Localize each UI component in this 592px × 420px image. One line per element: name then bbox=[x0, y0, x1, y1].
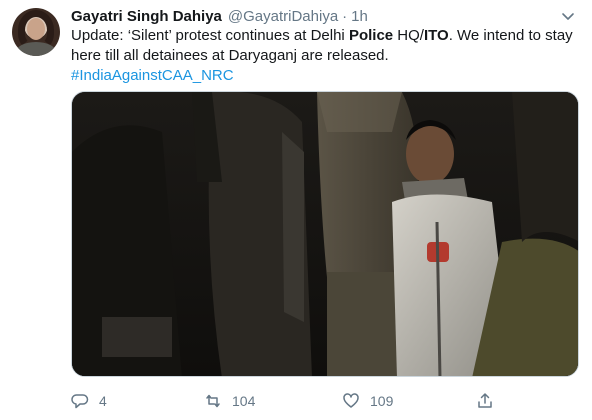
tweet-bold-ito: ITO bbox=[423, 27, 449, 44]
author-name[interactable]: Gayatri Singh Dahiya bbox=[71, 8, 222, 25]
author-handle[interactable]: @GayatriDahiya bbox=[228, 8, 338, 25]
separator-dot: · bbox=[342, 7, 348, 25]
retweet-icon bbox=[206, 394, 220, 408]
avatar-face bbox=[27, 18, 45, 40]
like-button[interactable]: 109 bbox=[342, 392, 393, 410]
tweet-text-part1: Update: ‘Silent’ protest continues at De… bbox=[71, 27, 349, 44]
hashtag-link[interactable]: #IndiaAgainstCAA_NRC bbox=[71, 67, 234, 84]
heart-icon bbox=[343, 393, 359, 408]
protest-night-photo bbox=[72, 92, 578, 376]
avatar-shoulders bbox=[16, 42, 56, 56]
reply-icon bbox=[71, 394, 89, 409]
avatar[interactable] bbox=[12, 8, 60, 56]
tweet-header: Gayatri Singh Dahiya @GayatriDahiya · 1h bbox=[71, 6, 580, 26]
tweet-bold-police: Police bbox=[348, 27, 394, 44]
retweet-count: 104 bbox=[232, 393, 256, 409]
tweet-actions: 4 104 109 bbox=[71, 392, 501, 414]
like-count: 109 bbox=[370, 393, 394, 409]
reply-count: 4 bbox=[99, 393, 107, 409]
tweet-photo[interactable] bbox=[71, 91, 579, 377]
share-button[interactable] bbox=[476, 392, 504, 410]
tweet-text-part2: HQ/ bbox=[393, 27, 424, 44]
chevron-down-icon[interactable] bbox=[560, 8, 576, 24]
share-icon bbox=[478, 393, 492, 408]
tweet-time[interactable]: 1h bbox=[351, 8, 368, 25]
tweet-text: Update: ‘Silent’ protest continues at De… bbox=[71, 26, 581, 86]
reply-button[interactable]: 4 bbox=[71, 392, 107, 410]
retweet-button[interactable]: 104 bbox=[204, 392, 255, 410]
